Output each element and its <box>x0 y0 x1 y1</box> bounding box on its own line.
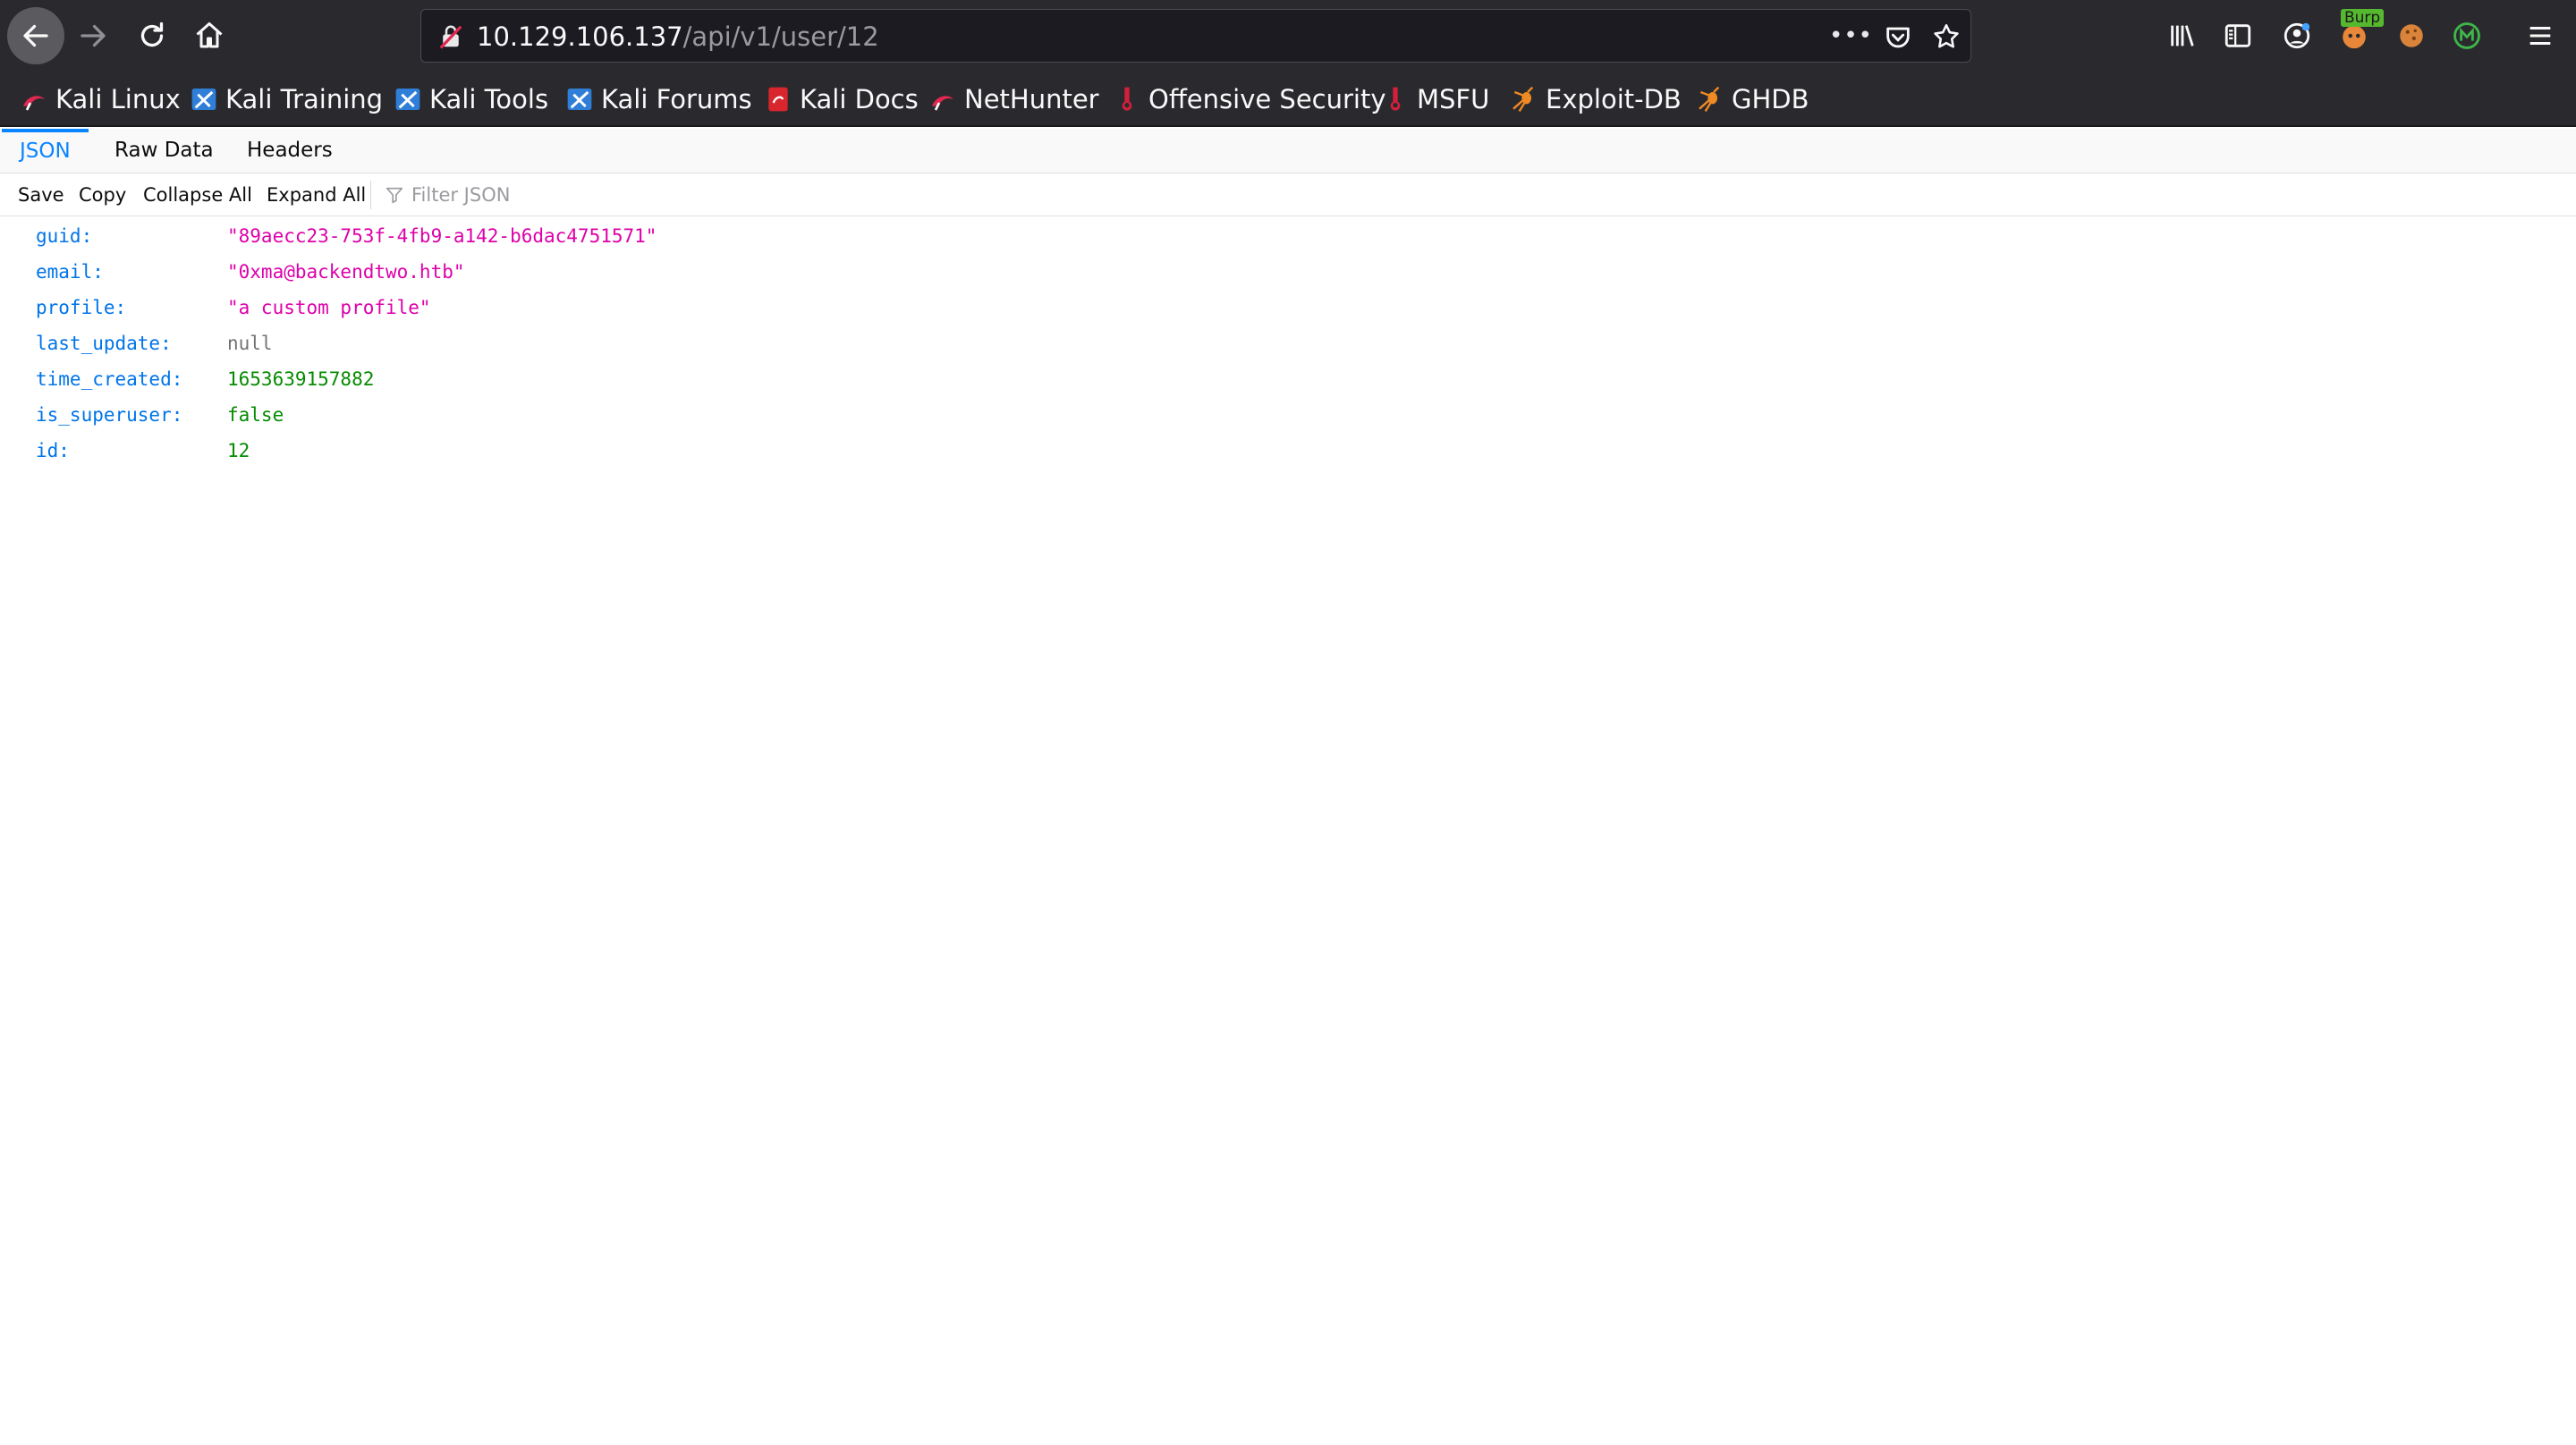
kali-red-icon <box>768 87 788 112</box>
kali-blue-icon <box>191 89 216 110</box>
json-toolbar: Save Copy Collapse All Expand All <box>0 173 2576 216</box>
bookmark-label: GHDB <box>1732 84 1809 114</box>
json-row[interactable]: guid: "89aecc23-753f-4fb9-a142-b6dac47515… <box>0 218 2576 254</box>
spider-icon <box>1513 86 1534 112</box>
json-row[interactable]: profile: "a custom profile" <box>0 290 2576 325</box>
json-key: last_update: <box>36 333 172 354</box>
filter-box <box>385 181 769 209</box>
home-icon <box>196 22 223 48</box>
bookmark-offensive-security[interactable]: Offensive Security <box>1113 82 1386 116</box>
bookmark-label: Kali Training <box>225 84 384 114</box>
json-key: profile: <box>36 297 127 318</box>
json-row[interactable]: is_superuser: false <box>0 397 2576 433</box>
bookmark-star-icon[interactable] <box>1931 21 1962 55</box>
hamburger-menu-icon[interactable] <box>2524 20 2556 52</box>
arrow-right-icon <box>80 24 106 47</box>
bookmark-label: Kali Forums <box>601 84 752 114</box>
cookie-editor-icon[interactable] <box>2395 20 2428 52</box>
arrow-left-icon <box>23 24 48 47</box>
json-key: is_superuser: <box>36 404 183 426</box>
reload-button[interactable] <box>123 7 181 64</box>
bookmark-label: Kali Tools <box>429 84 549 114</box>
filter-icon <box>386 187 403 204</box>
navigation-toolbar: 10.129.106.137/api/v1/user/12 ••• Burp <box>0 0 2576 72</box>
forward-button[interactable] <box>64 7 122 64</box>
account-icon[interactable] <box>2281 20 2313 52</box>
json-key: email: <box>36 261 104 283</box>
json-value: false <box>227 404 284 426</box>
spider-icon <box>1699 86 1720 112</box>
toolbar-divider <box>370 181 371 209</box>
bookmark-kali-training[interactable]: Kali Training <box>190 82 383 116</box>
bookmarks-toolbar: Kali Linux Kali Training Kali Tools Kali… <box>0 72 2576 127</box>
back-button[interactable] <box>7 7 64 64</box>
json-value: 12 <box>227 440 250 461</box>
reload-icon <box>140 21 164 47</box>
bookmark-label: MSFU <box>1417 84 1490 114</box>
bookmark-label: Kali Linux <box>55 84 181 114</box>
url-path: /api/v1/user/12 <box>682 21 879 52</box>
bookmark-kali-tools[interactable]: Kali Tools <box>394 82 548 116</box>
offsec-icon <box>1122 87 1132 111</box>
tab-json[interactable]: JSON <box>2 129 89 173</box>
offsec-icon <box>1390 87 1401 111</box>
page-actions-icon[interactable]: ••• <box>1829 22 1873 49</box>
extension-m-icon[interactable] <box>2451 20 2483 52</box>
json-value: "a custom profile" <box>227 297 431 318</box>
bookmark-label: NetHunter <box>964 84 1099 114</box>
json-row[interactable]: email: "0xma@backendtwo.htb" <box>0 254 2576 290</box>
json-value: null <box>227 333 273 354</box>
tab-headers[interactable]: Headers <box>229 129 351 173</box>
json-value: "89aecc23-753f-4fb9-a142-b6dac4751571" <box>227 225 657 247</box>
kali-blue-icon <box>567 89 592 110</box>
collapse-all-button[interactable]: Collapse All <box>143 182 252 207</box>
sidebar-icon[interactable] <box>2222 20 2254 52</box>
insecure-lock-icon[interactable] <box>437 22 464 55</box>
bookmark-nethunter[interactable]: NetHunter <box>928 82 1099 116</box>
kali-dragon-icon <box>23 96 45 111</box>
json-row[interactable]: id: 12 <box>0 433 2576 469</box>
filter-json-input[interactable] <box>411 184 769 206</box>
json-value: 1653639157882 <box>227 368 375 390</box>
kali-blue-icon <box>395 89 420 110</box>
bookmark-exploit-db[interactable]: Exploit-DB <box>1510 82 1682 116</box>
bookmark-label: Offensive Security <box>1148 84 1386 114</box>
json-key: time_created: <box>36 368 183 390</box>
json-viewer-tabs: JSON Raw Data Headers <box>0 129 2576 173</box>
url-bar[interactable]: 10.129.106.137/api/v1/user/12 ••• <box>420 9 1971 63</box>
json-row[interactable]: last_update: null <box>0 325 2576 361</box>
json-value: "0xma@backendtwo.htb" <box>227 261 465 283</box>
json-key: guid: <box>36 225 93 247</box>
burp-badge: Burp <box>2341 9 2385 27</box>
home-button[interactable] <box>181 7 238 64</box>
pocket-icon[interactable] <box>1883 22 1913 56</box>
library-icon[interactable] <box>2166 20 2199 52</box>
bookmark-kali-forums[interactable]: Kali Forums <box>565 82 752 116</box>
bookmark-kali-docs[interactable]: Kali Docs <box>764 82 919 116</box>
bookmark-label: Kali Docs <box>800 84 919 114</box>
bookmark-label: Exploit-DB <box>1546 84 1682 114</box>
tab-raw-data[interactable]: Raw Data <box>97 129 232 173</box>
copy-button[interactable]: Copy <box>79 182 126 207</box>
bookmark-ghdb[interactable]: GHDB <box>1696 82 1809 116</box>
json-row[interactable]: time_created: 1653639157882 <box>0 361 2576 397</box>
url-text[interactable]: 10.129.106.137/api/v1/user/12 <box>477 21 879 52</box>
bookmark-kali-linux[interactable]: Kali Linux <box>20 82 181 116</box>
url-host: 10.129.106.137 <box>477 21 683 52</box>
expand-all-button[interactable]: Expand All <box>267 182 366 207</box>
bookmark-msfu[interactable]: MSFU <box>1381 82 1489 116</box>
kali-dragon-icon <box>932 96 953 111</box>
save-button[interactable]: Save <box>18 182 64 207</box>
json-key: id: <box>36 440 70 461</box>
